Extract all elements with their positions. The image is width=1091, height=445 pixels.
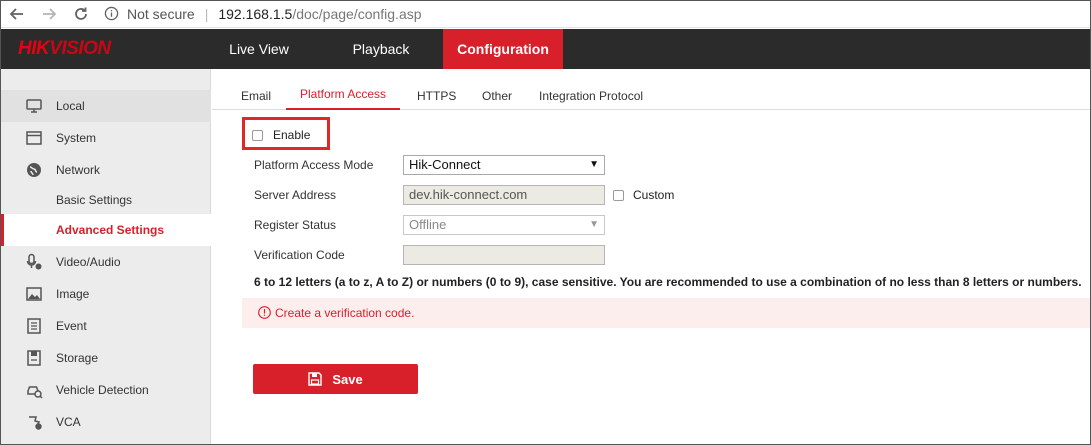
sidebar-item-basic-settings[interactable]: Basic Settings (0, 184, 211, 216)
nav-configuration[interactable]: Configuration (443, 29, 563, 69)
sidebar-item-label: Network (56, 163, 101, 177)
save-button-label: Save (332, 371, 363, 387)
sidebar-item-image[interactable]: Image (0, 278, 211, 310)
sidebar: Local System Network Basic Settings Adva… (0, 69, 211, 445)
sidebar-item-local[interactable]: Local (0, 90, 211, 122)
address-bar[interactable]: Not secure | 192.168.1.5/doc/page/config… (104, 6, 422, 22)
url-separator: | (204, 5, 209, 22)
sidebar-item-label: Event (56, 319, 87, 333)
globe-icon (25, 161, 43, 179)
sidebar-item-vehicle-detection[interactable]: Vehicle Detection (0, 374, 211, 406)
sidebar-item-network[interactable]: Network (0, 154, 211, 186)
custom-checkbox[interactable] (613, 190, 624, 201)
server-address-label: Server Address (254, 188, 337, 202)
main-content: Email Platform Access HTTPS Other Integr… (212, 69, 1091, 445)
sidebar-item-label: Storage (56, 351, 99, 365)
video-audio-icon (25, 253, 43, 271)
vca-icon (25, 413, 43, 431)
platform-access-mode-value: Hik-Connect (409, 157, 481, 172)
browser-toolbar: Not secure | 192.168.1.5/doc/page/config… (0, 0, 1091, 28)
enable-checkbox[interactable] (252, 130, 263, 141)
tab-bar: Email Platform Access HTTPS Other Integr… (212, 84, 1091, 110)
server-address-input[interactable]: dev.hik-connect.com (403, 185, 605, 205)
sidebar-item-storage[interactable]: Storage (0, 342, 211, 374)
back-arrow-icon[interactable] (4, 1, 30, 27)
vehicle-detection-icon (25, 381, 43, 399)
monitor-icon (25, 97, 43, 115)
window-icon (25, 129, 43, 147)
top-navigation: HIKVISION Live View Playback Configurati… (0, 29, 1091, 69)
image-icon (25, 285, 43, 303)
error-info-icon (258, 306, 271, 319)
error-message-bar: Create a verification code. (242, 298, 1091, 328)
save-disk-icon (308, 372, 323, 386)
url-path: /doc/page/config.asp (292, 5, 422, 22)
register-status-select[interactable]: Offline ▼ (403, 215, 605, 235)
storage-icon (25, 349, 43, 367)
sidebar-item-event[interactable]: Event (0, 310, 211, 342)
url-host: 192.168.1.5 (218, 5, 293, 22)
nav-live-view[interactable]: Live View (213, 29, 305, 69)
forward-arrow-icon[interactable] (36, 1, 62, 27)
sidebar-item-label: VCA (56, 415, 81, 429)
sidebar-item-video-audio[interactable]: Video/Audio (0, 246, 211, 278)
reload-icon[interactable] (68, 1, 94, 27)
sidebar-item-label: Video/Audio (56, 255, 121, 269)
sidebar-item-label: Vehicle Detection (56, 383, 149, 397)
error-message-text: Create a verification code. (275, 306, 415, 320)
platform-access-mode-label: Platform Access Mode (254, 158, 374, 172)
sidebar-item-label: Image (56, 287, 90, 301)
info-icon[interactable] (104, 6, 119, 21)
verification-code-input[interactable] (403, 245, 605, 265)
platform-access-mode-select[interactable]: Hik-Connect ▼ (403, 155, 605, 175)
enable-label: Enable (273, 128, 311, 142)
nav-playback[interactable]: Playback (335, 29, 427, 69)
dropdown-arrow-icon: ▼ (589, 219, 599, 230)
tab-other[interactable]: Other (482, 89, 512, 103)
event-list-icon (25, 317, 43, 335)
save-button[interactable]: Save (253, 364, 418, 394)
sidebar-item-label: Local (56, 99, 85, 113)
hikvision-logo: HIKVISION (18, 38, 111, 59)
sidebar-item-label: Advanced Settings (56, 223, 165, 237)
sidebar-item-label: Basic Settings (56, 193, 133, 207)
verification-code-label: Verification Code (254, 248, 345, 262)
tab-integration-protocol[interactable]: Integration Protocol (539, 89, 643, 103)
sidebar-item-system[interactable]: System (0, 122, 211, 154)
sidebar-item-vca[interactable]: VCA (0, 406, 211, 438)
security-label: Not secure (127, 5, 195, 22)
dropdown-arrow-icon: ▼ (589, 159, 599, 170)
tab-email[interactable]: Email (241, 89, 271, 103)
register-status-label: Register Status (254, 218, 337, 232)
register-status-value: Offline (409, 217, 447, 232)
tab-platform-access[interactable]: Platform Access (286, 87, 400, 110)
sidebar-item-label: System (56, 131, 97, 145)
custom-label: Custom (633, 188, 675, 202)
tab-https[interactable]: HTTPS (417, 89, 456, 103)
sidebar-item-advanced-settings[interactable]: Advanced Settings (0, 214, 211, 246)
verification-code-hint: 6 to 12 letters (a to z, A to Z) or numb… (254, 275, 1082, 289)
